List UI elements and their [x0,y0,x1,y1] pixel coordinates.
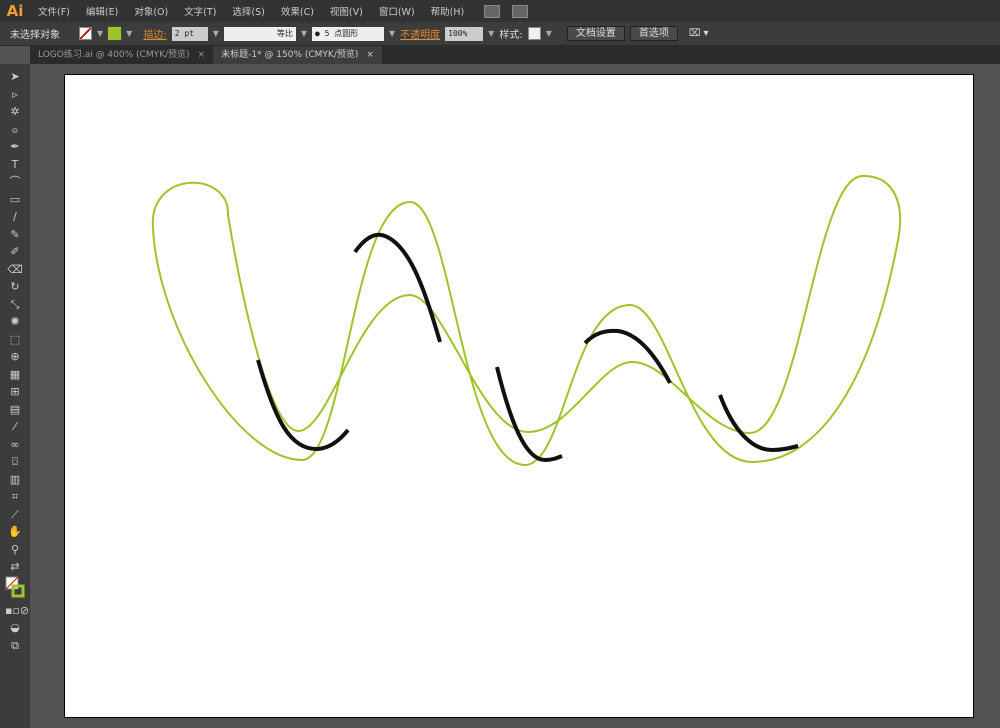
selected-segment[interactable] [718,394,799,453]
w-outline-path[interactable] [151,174,902,467]
selected-segment[interactable] [256,359,350,452]
selected-segment[interactable] [495,366,563,463]
artwork [151,174,902,467]
selected-segment[interactable] [583,328,672,384]
